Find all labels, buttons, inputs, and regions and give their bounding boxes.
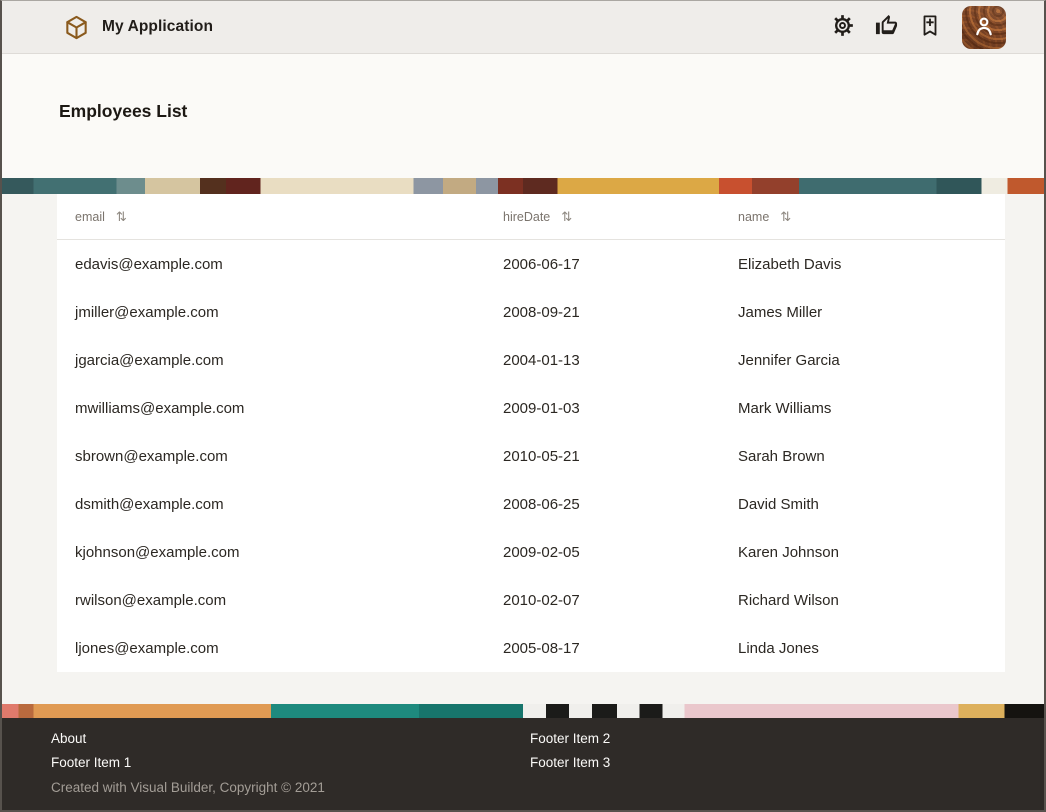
footer-links-column-1: AboutFooter Item 1 bbox=[51, 727, 530, 775]
thumbs-up-icon bbox=[875, 14, 898, 40]
settings-button[interactable] bbox=[824, 9, 860, 45]
bookmark-plus-icon bbox=[919, 14, 941, 41]
table-row[interactable]: edavis@example.com 2006-06-17 Elizabeth … bbox=[57, 240, 1005, 288]
cell-name: Linda Jones bbox=[738, 640, 1005, 657]
cell-hiredate: 2010-05-21 bbox=[503, 448, 738, 465]
footer-links: AboutFooter Item 1 Footer Item 2Footer I… bbox=[51, 727, 1044, 775]
app-bar: My Application bbox=[2, 1, 1044, 54]
person-icon bbox=[971, 13, 997, 42]
footer-link[interactable]: Footer Item 1 bbox=[51, 751, 530, 775]
appbar-actions bbox=[824, 6, 1006, 49]
cell-email: sbrown@example.com bbox=[75, 448, 503, 465]
cell-name: Karen Johnson bbox=[738, 544, 1005, 561]
column-header-label: name bbox=[738, 210, 769, 224]
footer-copyright: Created with Visual Builder, Copyright ©… bbox=[51, 776, 1044, 800]
app-title: My Application bbox=[102, 18, 213, 36]
cell-name: Elizabeth Davis bbox=[738, 256, 1005, 273]
table-row[interactable]: jgarcia@example.com 2004-01-13 Jennifer … bbox=[57, 336, 1005, 384]
table-header-row: email ⇅ hireDate ⇅ name ⇅ bbox=[57, 194, 1005, 240]
cell-email: kjohnson@example.com bbox=[75, 544, 503, 561]
cell-email: edavis@example.com bbox=[75, 256, 503, 273]
decorative-band-top bbox=[2, 178, 1044, 194]
page-header: Employees List bbox=[2, 54, 1044, 178]
column-header[interactable]: hireDate ⇅ bbox=[503, 210, 738, 224]
sort-icon[interactable]: ⇅ bbox=[116, 210, 127, 223]
table-body: edavis@example.com 2006-06-17 Elizabeth … bbox=[57, 240, 1005, 672]
cell-name: Sarah Brown bbox=[738, 448, 1005, 465]
decorative-band-bottom bbox=[2, 704, 1044, 718]
cell-hiredate: 2005-08-17 bbox=[503, 640, 738, 657]
cell-hiredate: 2010-02-07 bbox=[503, 592, 738, 609]
main-content: email ⇅ hireDate ⇅ name ⇅ bbox=[2, 194, 1044, 704]
cell-hiredate: 2004-01-13 bbox=[503, 352, 738, 369]
cell-email: rwilson@example.com bbox=[75, 592, 503, 609]
like-button[interactable] bbox=[868, 9, 904, 45]
table-row[interactable]: rwilson@example.com 2010-02-07 Richard W… bbox=[57, 576, 1005, 624]
column-header-label: email bbox=[75, 210, 105, 224]
gear-icon bbox=[831, 14, 854, 40]
app-window: My Application bbox=[0, 0, 1046, 812]
table-row[interactable]: jmiller@example.com 2008-09-21 James Mil… bbox=[57, 288, 1005, 336]
footer-link[interactable]: Footer Item 2 bbox=[530, 727, 1044, 751]
footer-links-column-2: Footer Item 2Footer Item 3 bbox=[530, 727, 1044, 775]
cube-logo-icon bbox=[64, 15, 89, 40]
table-row[interactable]: sbrown@example.com 2010-05-21 Sarah Brow… bbox=[57, 432, 1005, 480]
employees-table: email ⇅ hireDate ⇅ name ⇅ bbox=[57, 194, 1005, 672]
cell-hiredate: 2008-09-21 bbox=[503, 304, 738, 321]
cell-name: Jennifer Garcia bbox=[738, 352, 1005, 369]
footer-link[interactable]: About bbox=[51, 727, 530, 751]
cell-name: David Smith bbox=[738, 496, 1005, 513]
bookmark-add-button[interactable] bbox=[912, 9, 948, 45]
cell-email: ljones@example.com bbox=[75, 640, 503, 657]
cell-name: Mark Williams bbox=[738, 400, 1005, 417]
cell-name: Richard Wilson bbox=[738, 592, 1005, 609]
app-brand: My Application bbox=[64, 15, 213, 40]
sort-icon[interactable]: ⇅ bbox=[780, 210, 791, 223]
cell-hiredate: 2006-06-17 bbox=[503, 256, 738, 273]
cell-email: dsmith@example.com bbox=[75, 496, 503, 513]
column-header[interactable]: name ⇅ bbox=[738, 210, 1005, 224]
table-row[interactable]: ljones@example.com 2005-08-17 Linda Jone… bbox=[57, 624, 1005, 672]
footer-link[interactable]: Footer Item 3 bbox=[530, 751, 1044, 775]
cell-hiredate: 2008-06-25 bbox=[503, 496, 738, 513]
cell-email: jgarcia@example.com bbox=[75, 352, 503, 369]
cell-name: James Miller bbox=[738, 304, 1005, 321]
cell-email: mwilliams@example.com bbox=[75, 400, 503, 417]
app-footer: AboutFooter Item 1 Footer Item 2Footer I… bbox=[2, 718, 1044, 810]
table-row[interactable]: kjohnson@example.com 2009-02-05 Karen Jo… bbox=[57, 528, 1005, 576]
cell-email: jmiller@example.com bbox=[75, 304, 503, 321]
cell-hiredate: 2009-02-05 bbox=[503, 544, 738, 561]
user-menu-button[interactable] bbox=[962, 6, 1006, 49]
table-row[interactable]: mwilliams@example.com 2009-01-03 Mark Wi… bbox=[57, 384, 1005, 432]
cell-hiredate: 2009-01-03 bbox=[503, 400, 738, 417]
column-header-label: hireDate bbox=[503, 210, 550, 224]
table-row[interactable]: dsmith@example.com 2008-06-25 David Smit… bbox=[57, 480, 1005, 528]
page-title: Employees List bbox=[59, 101, 1044, 122]
column-header[interactable]: email ⇅ bbox=[75, 210, 503, 224]
sort-icon[interactable]: ⇅ bbox=[561, 210, 572, 223]
